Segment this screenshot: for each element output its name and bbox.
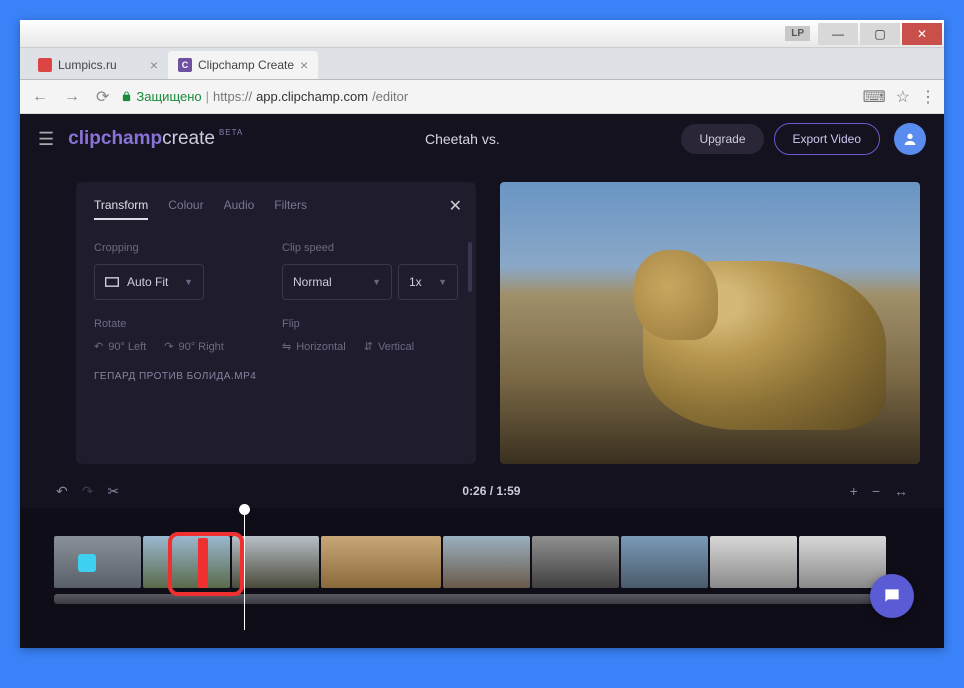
rotate-left-button[interactable]: ↶90° Left [94,340,146,353]
upgrade-button[interactable]: Upgrade [681,124,763,154]
avatar[interactable] [894,123,926,155]
timeline-thumb[interactable] [54,536,141,588]
flip-horizontal-button[interactable]: ⇋Horizontal [282,340,346,353]
chevron-down-icon: ▼ [438,277,447,287]
rect-icon [105,277,119,287]
scissors-icon[interactable]: ✂ [107,483,119,500]
track-bar[interactable] [54,594,910,604]
panel-tabs: Transform Colour Audio Filters [94,198,458,220]
cropping-picker[interactable]: Auto Fit ▼ [94,264,204,300]
flip-vertical-button[interactable]: ⇵Vertical [364,340,414,353]
tab-label: Clipchamp Create [198,58,294,72]
flip-v-icon: ⇵ [364,340,373,353]
bookmark-icon[interactable]: ☆ [896,87,910,107]
url-field[interactable]: Защищено | https://app.clipchamp.com/edi… [121,89,854,104]
tab-colour[interactable]: Colour [168,198,203,220]
flip-h-icon: ⇋ [282,340,291,353]
playhead-handle[interactable] [239,504,250,515]
workspace: ✕ Transform Colour Audio Filters Croppin… [20,164,944,474]
panel-scrollbar[interactable] [468,242,472,292]
zoom-in-icon[interactable]: + [850,483,858,499]
flip-label: Flip [282,318,458,330]
timeline-thumb[interactable] [232,536,319,588]
secure-badge: Защищено [121,89,201,104]
rotate-label: Rotate [94,318,270,330]
favicon-icon: C [178,58,192,72]
clipspeed-mult-picker[interactable]: 1x ▼ [398,264,458,300]
time-display: 0:26 / 1:59 [133,484,849,498]
redo-icon[interactable]: ↷ [82,483,94,500]
browser-tab-lumpics[interactable]: Lumpics.ru × [28,51,168,79]
lock-icon [121,91,132,102]
window-maximize-button[interactable]: ▢ [860,23,900,45]
timeline-toolbar: ↶ ↷ ✂ 0:26 / 1:59 + − ↔ [20,474,944,508]
timeline-thumb[interactable] [143,536,230,588]
forward-icon[interactable]: → [60,88,84,106]
timeline-clips [54,536,910,594]
cropping-label: Cropping [94,242,270,254]
tab-close-icon[interactable]: × [150,57,158,73]
menu-icon[interactable]: ⋮ [920,87,936,107]
url-domain: app.clipchamp.com [256,89,368,104]
rotate-right-button[interactable]: ↷90° Right [164,340,224,353]
tab-filters[interactable]: Filters [274,198,307,220]
address-bar: ← → ⟳ Защищено | https://app.clipchamp.c… [20,80,944,114]
app-root: ☰ clipchampcreateBETA Cheetah vs. Upgrad… [20,114,944,648]
tab-transform[interactable]: Transform [94,198,148,220]
timeline-thumb[interactable] [799,536,886,588]
trim-handle[interactable] [198,538,208,588]
logo: clipchampcreateBETA [68,128,243,150]
zoom-out-icon[interactable]: − [872,483,880,499]
tab-audio[interactable]: Audio [224,198,255,220]
tab-close-icon[interactable]: × [300,57,308,73]
clip-filename: ГЕПАРД ПРОТИВ БОЛИДА.MP4 [94,371,458,382]
translate-icon[interactable]: ⌨ [863,87,886,107]
window-titlebar: LP — ▢ ✕ [20,20,944,48]
properties-panel: ✕ Transform Colour Audio Filters Croppin… [76,182,476,464]
timeline-thumb[interactable] [621,536,708,588]
url-path: /editor [372,89,408,104]
browser-tabs: Lumpics.ru × C Clipchamp Create × [20,48,944,80]
window-minimize-button[interactable]: — [818,23,858,45]
back-icon[interactable]: ← [28,88,52,106]
close-icon[interactable]: ✕ [449,196,462,216]
user-icon [902,131,918,147]
timeline-thumb[interactable] [443,536,530,588]
hamburger-icon[interactable]: ☰ [38,129,54,150]
rotate-left-icon: ↶ [94,340,103,353]
zoom-fit-icon[interactable]: ↔ [894,483,908,499]
chevron-down-icon: ▼ [372,277,381,287]
url-host: https:// [213,89,252,104]
clipspeed-picker[interactable]: Normal ▼ [282,264,392,300]
timeline-thumb[interactable] [532,536,619,588]
timeline-thumb[interactable] [710,536,797,588]
preview-frame [500,182,920,464]
reload-icon[interactable]: ⟳ [92,87,113,107]
rotate-right-icon: ↷ [164,340,173,353]
window-frame: LP — ▢ ✕ Lumpics.ru × C Clipchamp Create… [20,20,944,648]
browser-tab-clipchamp[interactable]: C Clipchamp Create × [168,51,318,79]
tab-label: Lumpics.ru [58,58,117,72]
playhead[interactable] [244,508,245,630]
chat-icon [882,586,902,606]
timeline-thumb[interactable] [321,536,441,588]
undo-icon[interactable]: ↶ [56,483,68,500]
app-header: ☰ clipchampcreateBETA Cheetah vs. Upgrad… [20,114,944,164]
chat-button[interactable] [870,574,914,618]
window-close-button[interactable]: ✕ [902,23,942,45]
titlebar-lp-badge: LP [785,26,810,41]
timeline[interactable] [20,508,944,648]
clipspeed-label: Clip speed [282,242,458,254]
favicon-icon [38,58,52,72]
project-title[interactable]: Cheetah vs. [243,131,681,147]
video-preview[interactable] [500,182,920,464]
export-button[interactable]: Export Video [774,123,881,155]
chevron-down-icon: ▼ [184,277,193,287]
